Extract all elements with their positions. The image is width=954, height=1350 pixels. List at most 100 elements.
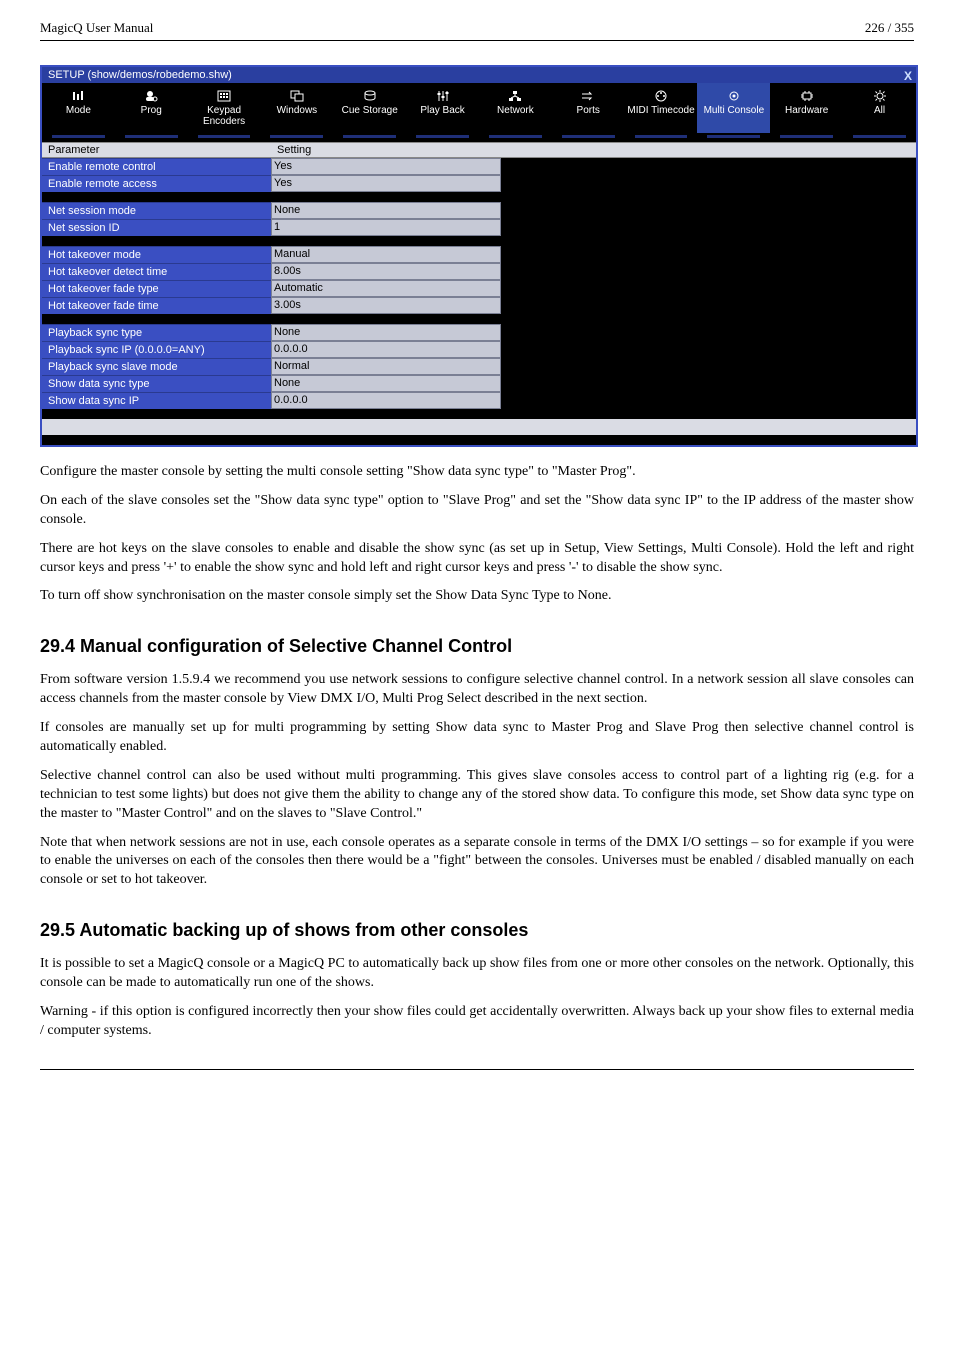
tab-label: MIDI Timecode [627,105,694,116]
tab-label: Mode [66,105,91,116]
keypad-icon [190,89,259,103]
tab-label: All [874,105,885,116]
table-row: Playback sync slave mode Normal [42,358,916,375]
tab-prog[interactable]: Prog [115,83,188,133]
section-heading-29-4: 29.4 Manual configuration of Selective C… [40,636,914,657]
table-row: Net session ID 1 [42,219,916,236]
page-header: MagicQ User Manual 226 / 355 [40,20,914,36]
param-value[interactable]: 0.0.0.0 [271,392,501,409]
tab-play-back[interactable]: Play Back [406,83,479,133]
table-row: Net session mode None [42,202,916,219]
paragraph: From software version 1.5.9.4 we recomme… [40,671,914,709]
param-label: Hot takeover mode [42,246,271,263]
col-setting: Setting [271,143,916,157]
tab-hardware[interactable]: Hardware [770,83,843,133]
sliders-icon [408,89,477,103]
settings-body: Parameter Setting Enable remote control … [42,138,916,445]
tab-label: Network [497,105,534,116]
tab-label: Ports [577,105,600,116]
paragraph: It is possible to set a MagicQ console o… [40,955,914,993]
param-label: Net session mode [42,202,271,219]
settings-tabs: Mode Prog Keypad Encoders Windows [42,83,916,133]
tab-cue-storage[interactable]: Cue Storage [333,83,406,133]
paragraph: Configure the master console by setting … [40,463,914,482]
tab-windows[interactable]: Windows [260,83,333,133]
param-value[interactable]: Yes [271,175,501,192]
tab-keypad-encoders[interactable]: Keypad Encoders [188,83,261,133]
param-value[interactable]: Automatic [271,280,501,297]
tab-ports[interactable]: Ports [552,83,625,133]
transfer-icon [554,89,623,103]
param-label: Playback sync slave mode [42,358,271,375]
tab-mode[interactable]: Mode [42,83,115,133]
tab-label: Keypad Encoders [203,105,245,127]
tab-midi-timecode[interactable]: MIDI Timecode [625,83,698,133]
table-row: Enable remote access Yes [42,175,916,192]
paragraph: Note that when network sessions are not … [40,834,914,891]
param-label: Net session ID [42,219,271,236]
param-value[interactable]: 8.00s [271,263,501,280]
setup-screenshot: SETUP (show/demos/robedemo.shw) X Mode P… [40,65,918,447]
paragraph: If consoles are manually set up for mult… [40,719,914,757]
param-label: Playback sync type [42,324,271,341]
param-value[interactable]: 3.00s [271,297,501,314]
tab-label: Multi Console [704,105,765,116]
table-row: Playback sync type None [42,324,916,341]
param-label: Hot takeover fade time [42,297,271,314]
bars-icon [44,89,113,103]
param-value[interactable]: 1 [271,219,501,236]
tab-label: Hardware [785,105,828,116]
cog-icon [845,89,914,103]
param-value[interactable]: None [271,324,501,341]
table-row: Enable remote control Yes [42,158,916,175]
param-value[interactable]: 0.0.0.0 [271,341,501,358]
window-title: SETUP (show/demos/robedemo.shw) [48,69,232,81]
table-row: Show data sync IP 0.0.0.0 [42,392,916,409]
header-page-number: 226 / 355 [865,20,914,36]
tab-label: Prog [141,105,162,116]
gear-icon [699,89,768,103]
table-row: Hot takeover fade time 3.00s [42,297,916,314]
paragraph: To turn off show synchronisation on the … [40,587,914,606]
database-icon [335,89,404,103]
paragraph: Selective channel control can also be us… [40,767,914,824]
header-rule [40,40,914,41]
tab-network[interactable]: Network [479,83,552,133]
table-row: Hot takeover detect time 8.00s [42,263,916,280]
paragraph: Warning - if this option is configured i… [40,1003,914,1041]
param-label: Show data sync IP [42,392,271,409]
col-parameter: Parameter [42,143,271,157]
param-label: Hot takeover detect time [42,263,271,280]
user-gear-icon [117,89,186,103]
section-heading-29-5: 29.5 Automatic backing up of shows from … [40,920,914,941]
header-title: MagicQ User Manual [40,20,153,36]
tab-label: Play Back [420,105,464,116]
chip-icon [772,89,841,103]
close-icon[interactable]: X [904,69,912,83]
paragraph: There are hot keys on the slave consoles… [40,540,914,578]
param-label: Hot takeover fade type [42,280,271,297]
param-label: Enable remote control [42,158,271,175]
window-titlebar: SETUP (show/demos/robedemo.shw) X [42,67,916,83]
tab-label: Cue Storage [342,105,398,116]
param-label: Enable remote access [42,175,271,192]
param-value[interactable]: Normal [271,358,501,375]
param-value[interactable]: None [271,375,501,392]
footer-rule [40,1069,914,1070]
param-value[interactable]: Manual [271,246,501,263]
table-row: Show data sync type None [42,375,916,392]
param-label: Playback sync IP (0.0.0.0=ANY) [42,341,271,358]
param-value[interactable]: Yes [271,158,501,175]
bottom-strip [42,419,916,435]
tab-multi-console[interactable]: Multi Console [697,83,770,133]
table-row: Hot takeover fade type Automatic [42,280,916,297]
param-value[interactable]: None [271,202,501,219]
midi-icon [627,89,696,103]
tab-all[interactable]: All [843,83,916,133]
windows-icon [262,89,331,103]
settings-header-row: Parameter Setting [42,142,916,158]
table-row: Hot takeover mode Manual [42,246,916,263]
tab-label: Windows [277,105,318,116]
network-icon [481,89,550,103]
table-row: Playback sync IP (0.0.0.0=ANY) 0.0.0.0 [42,341,916,358]
